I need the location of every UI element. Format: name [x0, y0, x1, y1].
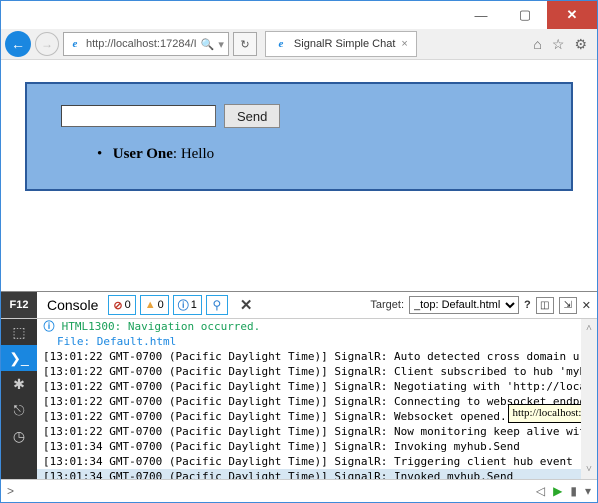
step-back-icon[interactable]: ◁ — [536, 484, 545, 498]
target-select[interactable]: _top: Default.html — [409, 296, 519, 314]
help-button[interactable]: ? — [524, 299, 531, 311]
back-button[interactable]: ← — [5, 31, 31, 57]
f12-devtools: F12 Console ⊘0 ▲0 ⓘ1 ⚲ ✕ Target: _top: D… — [1, 291, 597, 502]
window-titlebar: — ▢ ✕ — [1, 1, 597, 29]
console-line: [13:01:22 GMT-0700 (Pacific Daylight Tim… — [37, 364, 597, 379]
message-list: • User One: Hello — [97, 146, 551, 163]
debugger-icon[interactable]: ✱ — [1, 371, 37, 397]
close-window-button[interactable]: ✕ — [547, 1, 597, 29]
dom-explorer-icon[interactable]: ⬚ — [1, 319, 37, 345]
url-tooltip: http://localhost:1 — [508, 404, 591, 423]
minimize-button[interactable]: — — [459, 1, 503, 29]
address-bar[interactable]: e http://localhost:17284/I 🔍 ▾ — [63, 32, 229, 56]
browser-toolbar: ← → e http://localhost:17284/I 🔍 ▾ ↻ e S… — [1, 29, 597, 60]
devtools-footer: > ◁ ▶ ▮ ▾ — [1, 479, 597, 502]
error-count-badge[interactable]: ⊘0 — [108, 295, 135, 315]
browser-tab[interactable]: e SignalR Simple Chat × — [265, 31, 417, 57]
tab-close-button[interactable]: × — [401, 38, 407, 50]
console-tab[interactable]: Console — [37, 297, 108, 313]
undock-button[interactable]: ◫ — [536, 297, 554, 314]
continue-icon[interactable]: ▶ — [553, 484, 562, 498]
url-text: http://localhost:17284/I — [86, 38, 197, 50]
favorites-icon[interactable]: ☆ — [552, 36, 565, 53]
search-dropdown-icon[interactable]: 🔍 — [201, 38, 215, 51]
info-count-badge[interactable]: ⓘ1 — [173, 295, 202, 315]
profiler-icon[interactable]: ◷ — [1, 423, 37, 449]
home-icon[interactable]: ⌂ — [533, 36, 541, 53]
scrollbar[interactable]: ˄˅ — [581, 319, 597, 479]
ie-icon: e — [274, 37, 288, 51]
maximize-button[interactable]: ▢ — [503, 1, 547, 29]
filter-button[interactable]: ⚲ — [206, 295, 228, 315]
step-icon[interactable]: ▮ — [570, 484, 577, 498]
warning-count-badge[interactable]: ▲0 — [140, 295, 169, 315]
forward-button: → — [35, 32, 59, 56]
send-button[interactable]: Send — [224, 104, 280, 128]
tools-icon[interactable]: ⚙ — [574, 36, 587, 53]
console-prompt[interactable]: > — [7, 484, 14, 498]
clear-console-button[interactable]: ✕ — [232, 296, 261, 314]
devtools-sidebar: ⬚ ❯_ ✱ ⎋ ◷ — [1, 319, 37, 479]
console-line: File: Default.html — [37, 334, 597, 349]
message-text: Hello — [181, 146, 214, 162]
network-icon[interactable]: ⎋ — [1, 397, 37, 423]
target-label: Target: — [370, 299, 404, 311]
ie-window: — ▢ ✕ ← → e http://localhost:17284/I 🔍 ▾… — [0, 0, 598, 503]
console-line: [13:01:22 GMT-0700 (Pacific Daylight Tim… — [37, 349, 597, 364]
tab-title: SignalR Simple Chat — [294, 38, 396, 50]
devtools-close-button[interactable]: ✕ — [582, 299, 591, 312]
list-item: • User One: Hello — [97, 146, 551, 163]
console-line: ⓘ HTML1300: Navigation occurred. — [37, 319, 597, 334]
console-line: [13:01:22 GMT-0700 (Pacific Daylight Tim… — [37, 424, 597, 439]
pin-button[interactable]: ⇲ — [559, 297, 577, 314]
console-line: [13:01:34 GMT-0700 (Pacific Daylight Tim… — [37, 439, 597, 454]
more-icon[interactable]: ▾ — [585, 484, 591, 498]
ie-icon: e — [68, 37, 82, 51]
message-user: User One — [113, 146, 173, 162]
f12-badge: F12 — [1, 292, 37, 318]
console-line: [13:01:34 GMT-0700 (Pacific Daylight Tim… — [37, 469, 597, 479]
console-line: [13:01:22 GMT-0700 (Pacific Daylight Tim… — [37, 379, 597, 394]
message-input[interactable] — [61, 105, 216, 127]
chat-panel: Send • User One: Hello — [25, 82, 573, 191]
console-line: [13:01:34 GMT-0700 (Pacific Daylight Tim… — [37, 454, 597, 469]
devtools-header: F12 Console ⊘0 ▲0 ⓘ1 ⚲ ✕ Target: _top: D… — [1, 292, 597, 319]
page-content: Send • User One: Hello — [1, 60, 597, 291]
console-output[interactable]: ⓘ HTML1300: Navigation occurred. File: D… — [37, 319, 597, 479]
console-icon[interactable]: ❯_ — [1, 345, 37, 371]
refresh-button[interactable]: ↻ — [233, 32, 257, 56]
